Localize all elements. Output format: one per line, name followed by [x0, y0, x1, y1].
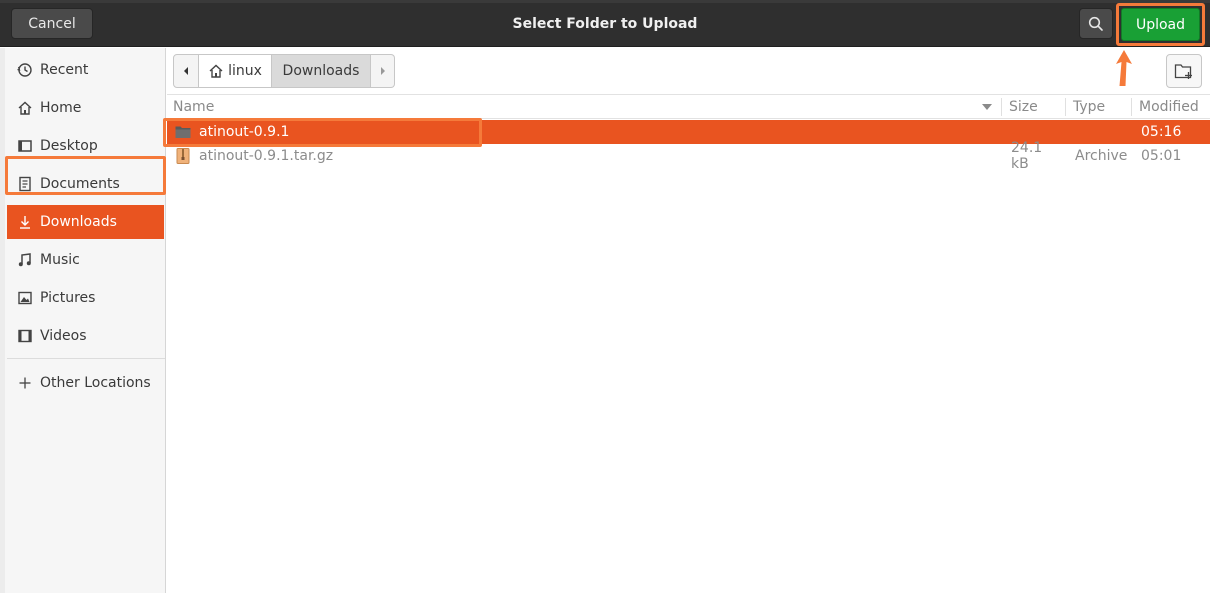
sidebar-item-music[interactable]: Music — [7, 243, 164, 277]
folder-icon — [174, 120, 192, 144]
sidebar-edge — [0, 48, 5, 593]
upload-button[interactable]: Upload — [1121, 8, 1200, 41]
search-icon — [1088, 16, 1103, 31]
sidebar-item-label: Recent — [40, 62, 89, 78]
sidebar-item-desktop[interactable]: Desktop — [7, 129, 164, 163]
dialog-title: Select Folder to Upload — [512, 15, 698, 32]
column-header-name[interactable]: Name — [173, 95, 214, 119]
sidebar-divider — [7, 358, 165, 359]
download-icon — [10, 214, 40, 230]
sort-descending-icon — [982, 95, 992, 119]
new-folder-button[interactable] — [1166, 54, 1202, 88]
column-header-modified[interactable]: Modified — [1139, 95, 1199, 119]
file-name: atinout-0.9.1.tar.gz — [199, 148, 334, 164]
sidebar-item-videos[interactable]: Videos — [7, 319, 164, 353]
sidebar-item-label: Desktop — [40, 138, 98, 154]
column-divider — [1065, 98, 1066, 116]
new-folder-icon — [1174, 64, 1192, 79]
sidebar-item-label: Videos — [40, 328, 87, 344]
path-segment-label: linux — [228, 63, 262, 79]
archive-icon — [174, 144, 192, 168]
cancel-button[interactable]: Cancel — [11, 8, 93, 39]
file-row[interactable]: atinout-0.9.1.tar.gz 24.1 kB Archive 05:… — [167, 140, 1210, 172]
column-header-size[interactable]: Size — [1009, 95, 1038, 119]
path-scroll-left-button[interactable] — [173, 54, 199, 88]
header-top-strip — [0, 0, 1210, 3]
column-divider — [1131, 98, 1132, 116]
sidebar-item-label: Home — [40, 100, 82, 116]
document-icon — [10, 176, 40, 192]
sidebar-item-label: Pictures — [40, 290, 96, 306]
home-icon — [10, 100, 40, 116]
path-bar: linux Downloads — [173, 54, 395, 88]
sidebar-item-other-locations[interactable]: Other Locations — [7, 366, 164, 400]
column-divider — [1001, 98, 1002, 116]
plus-icon — [10, 376, 40, 390]
picture-icon — [10, 290, 40, 306]
music-note-icon — [10, 252, 40, 268]
file-name: atinout-0.9.1 — [199, 124, 290, 140]
video-icon — [10, 328, 40, 344]
sidebar-item-home[interactable]: Home — [7, 91, 164, 125]
search-button[interactable] — [1079, 8, 1113, 39]
file-modified: 05:16 — [1141, 124, 1182, 140]
sidebar-item-label: Music — [40, 252, 80, 268]
column-header-type[interactable]: Type — [1073, 95, 1105, 119]
file-type: Archive — [1075, 148, 1128, 164]
file-size: 24.1 kB — [1011, 140, 1043, 172]
places-sidebar: Recent Home Desktop Documents Downloads … — [0, 48, 166, 593]
dialog-header: Select Folder to Upload Cancel Upload — [0, 0, 1210, 47]
path-scroll-right-button[interactable] — [371, 54, 395, 88]
home-icon — [209, 64, 223, 78]
file-list-header: Name Size Type Modified — [167, 94, 1210, 119]
file-modified: 05:01 — [1141, 148, 1182, 164]
sidebar-item-label: Downloads — [40, 214, 117, 230]
path-segment-downloads[interactable]: Downloads — [272, 54, 371, 88]
annotation-arrow-icon — [1116, 50, 1132, 86]
sidebar-item-label: Documents — [40, 176, 120, 192]
sidebar-item-recent[interactable]: Recent — [7, 53, 164, 87]
sidebar-item-downloads[interactable]: Downloads — [7, 205, 164, 239]
desktop-icon — [10, 138, 40, 154]
chevron-right-icon — [380, 67, 385, 75]
sidebar-item-pictures[interactable]: Pictures — [7, 281, 164, 315]
sidebar-item-documents[interactable]: Documents — [7, 167, 164, 201]
clock-icon — [10, 62, 40, 78]
sidebar-item-label: Other Locations — [40, 375, 151, 391]
chevron-left-icon — [184, 67, 188, 75]
path-segment-home[interactable]: linux — [199, 54, 272, 88]
